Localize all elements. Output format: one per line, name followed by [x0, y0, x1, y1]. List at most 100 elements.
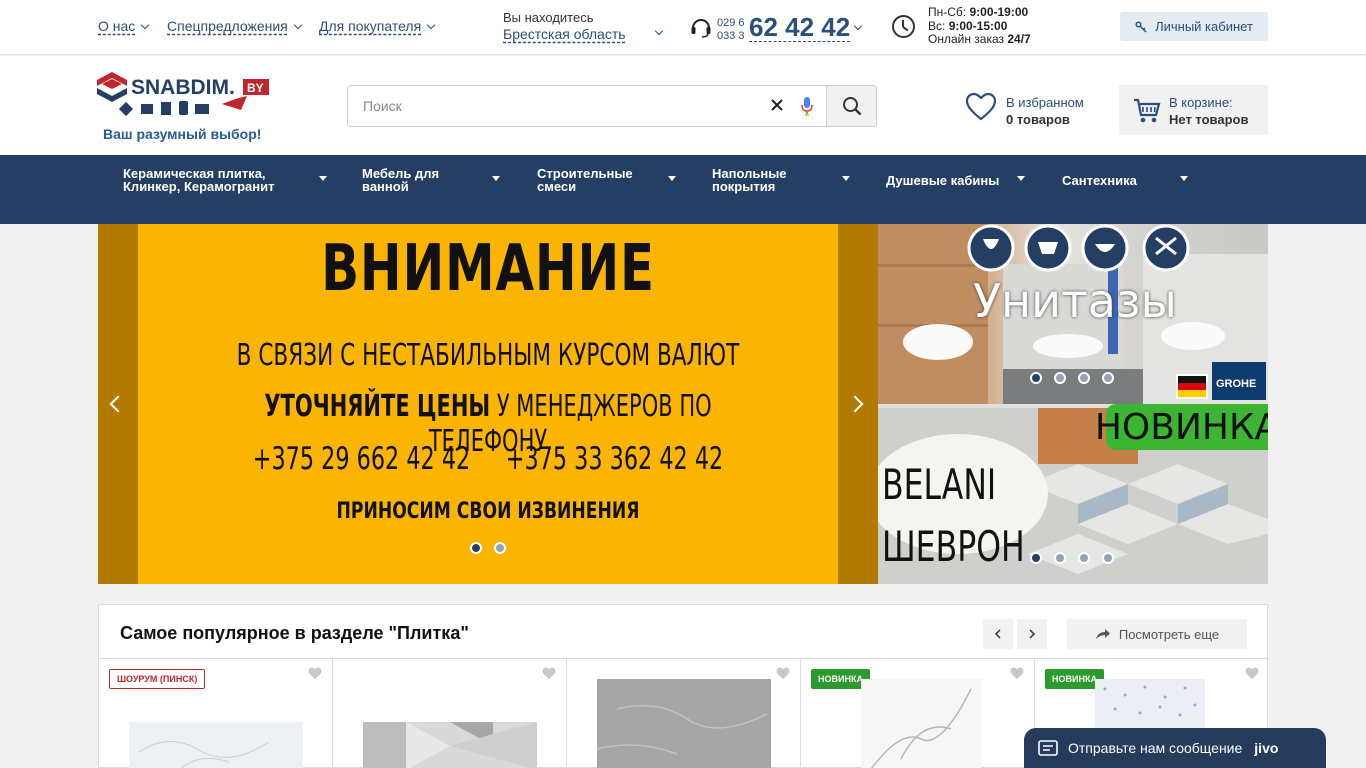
slider-dot[interactable] — [1078, 552, 1090, 564]
caret-down-icon — [1180, 176, 1188, 181]
logo[interactable]: SNABDIM. BY — [97, 70, 277, 130]
slider-dot[interactable] — [494, 542, 506, 554]
product-card[interactable]: НОВИНКА — [801, 659, 1035, 768]
search-button[interactable] — [826, 86, 876, 126]
link-special-offers[interactable]: Спецпредложения — [167, 18, 302, 34]
product-image — [129, 722, 303, 768]
nav-item-floor-coverings[interactable]: Напольные покрытия — [712, 165, 852, 195]
belani-title: BELANI — [882, 460, 997, 509]
clock-icon — [892, 15, 915, 38]
product-card[interactable] — [567, 659, 801, 768]
slogan: Ваш разумный выбор! — [103, 126, 262, 142]
showroom-badge: ШОУРУМ (ПИНСК) — [109, 669, 206, 689]
microphone-icon[interactable] — [800, 95, 814, 117]
side-banner-toilets[interactable]: Унитазы GROHE — [878, 224, 1268, 404]
chevron-down-icon — [426, 20, 436, 30]
new-badge: НОВИНКА — [1095, 404, 1268, 450]
clear-icon[interactable] — [768, 96, 786, 114]
chevron-down-icon — [141, 20, 150, 30]
cart-label: В корзине: — [1169, 95, 1233, 110]
link-for-buyers[interactable]: Для покупателя — [319, 18, 436, 34]
caret-down-icon — [492, 176, 500, 181]
chevron-left-icon — [994, 629, 1001, 639]
caret-down-icon — [1017, 176, 1025, 181]
site-header: SNABDIM. BY Ваш разумный выбор! Поиск В … — [0, 56, 1366, 155]
heart-icon[interactable] — [1245, 667, 1259, 680]
search-bar — [347, 85, 877, 127]
slider-dot[interactable] — [470, 542, 482, 554]
jivo-logo: jivo — [1254, 740, 1279, 756]
product-image — [597, 679, 771, 768]
headset-icon — [691, 19, 711, 38]
slider-dot[interactable] — [1102, 372, 1114, 384]
banner-title: ВНИМАНИЕ — [321, 232, 655, 306]
slider-dot[interactable] — [1078, 372, 1090, 384]
main-banner-slider[interactable]: ВНИМАНИЕ В СВЯЗИ С НЕСТАБИЛЬНЫМ КУРСОМ В… — [98, 224, 878, 584]
nav-item-bathroom-furniture[interactable]: Мебель для ванной — [362, 165, 502, 195]
envelope-icon — [1038, 740, 1058, 756]
location-label: Вы находитесь — [503, 10, 594, 25]
caret-down-icon — [668, 176, 676, 181]
cart-value: Нет товаров — [1169, 112, 1249, 127]
favorites-count: 0 товаров — [1006, 112, 1070, 127]
banner-phones: +375 29 662 42 42 +375 33 362 42 42 — [252, 441, 724, 477]
next-button[interactable] — [1017, 619, 1047, 649]
favorites-label[interactable]: В избранном — [1006, 95, 1084, 110]
phone-number[interactable]: 62 42 42 — [749, 13, 851, 42]
account-button[interactable]: Личный кабинет — [1120, 12, 1268, 41]
slider-next-arrow-icon[interactable] — [846, 395, 864, 413]
cart-button[interactable]: В корзине: Нет товаров — [1119, 85, 1268, 135]
search-input[interactable] — [348, 86, 758, 126]
heart-icon[interactable] — [308, 667, 322, 680]
chat-widget-button[interactable]: Отправьте нам сообщение jivo — [1024, 728, 1326, 768]
nav-item-ceramic-tile[interactable]: Керамическая плитка, Клинкер, Керамограни… — [123, 165, 333, 195]
heart-icon[interactable] — [542, 667, 556, 680]
product-image — [861, 679, 981, 768]
product-card[interactable]: ШОУРУМ (ПИНСК) — [99, 659, 333, 768]
product-image — [363, 722, 537, 768]
working-hours: Пн-Сб: 9:00-19:00 Вс: 9:00-15:00 Онлайн … — [928, 5, 1031, 46]
link-about[interactable]: О нас — [98, 18, 150, 34]
search-icon — [842, 97, 861, 116]
main-nav: Керамическая плитка, Клинкер, Керамограни… — [0, 155, 1366, 224]
product-card[interactable] — [333, 659, 567, 768]
section-title: Самое популярное в разделе "Плитка" — [120, 623, 469, 643]
banner-apology: ПРИНОСИМ СВОИ ИЗВИНЕНИЯ — [336, 499, 640, 524]
side-slider-dots — [1030, 552, 1114, 564]
slider-dots — [470, 542, 506, 554]
phone-codes: 029 6 033 3 — [717, 17, 745, 42]
chevron-down-icon[interactable] — [853, 21, 863, 31]
banner-line-1: В СВЯЗИ С НЕСТАБИЛЬНЫМ КУРСОМ ВАЛЮТ — [236, 338, 740, 373]
slider-dot[interactable] — [1054, 552, 1066, 564]
prev-button[interactable] — [983, 619, 1013, 649]
see-more-button[interactable]: Посмотреть еще — [1067, 619, 1247, 649]
chevron-down-icon — [293, 20, 302, 30]
top-bar: О нас Спецпредложения Для покупателя Вы … — [0, 0, 1366, 55]
cart-icon — [1134, 98, 1161, 123]
slider-dot[interactable] — [1054, 372, 1066, 384]
slider-dot[interactable] — [1030, 552, 1042, 564]
slider-prev-arrow-icon[interactable] — [109, 395, 127, 413]
slider-dot[interactable] — [1030, 372, 1042, 384]
chevron-title: ШЕВРОН — [882, 522, 1025, 571]
svg-text:BY: BY — [247, 81, 264, 95]
share-arrow-icon — [1095, 629, 1110, 639]
heart-icon[interactable] — [776, 667, 790, 680]
heart-icon[interactable] — [1010, 667, 1024, 680]
banner-slide: ВНИМАНИЕ В СВЯЗИ С НЕСТАБИЛЬНЫМ КУРСОМ В… — [138, 224, 838, 584]
caret-down-icon — [842, 176, 850, 181]
grohe-logo: GROHE — [1216, 378, 1257, 390]
nav-item-building-mixes[interactable]: Строительные смеси — [537, 165, 677, 195]
slider-dot[interactable] — [1102, 552, 1114, 564]
chevron-right-icon — [1029, 629, 1036, 639]
nav-item-plumbing[interactable]: Сантехника — [1062, 165, 1192, 195]
location-selector[interactable]: Брестская область — [503, 26, 626, 42]
logo-text: SNABDIM. — [131, 76, 235, 99]
caret-down-icon — [319, 176, 327, 181]
chevron-down-icon[interactable] — [654, 26, 664, 36]
nav-item-shower-cabins[interactable]: Душевые кабины — [886, 165, 1028, 195]
side-slider-dots — [1030, 372, 1114, 384]
side-banner-belani[interactable]: НОВИНКА BELANI ШЕВРОН — [878, 404, 1268, 584]
heart-icon[interactable] — [965, 92, 997, 122]
key-icon — [1135, 20, 1147, 33]
